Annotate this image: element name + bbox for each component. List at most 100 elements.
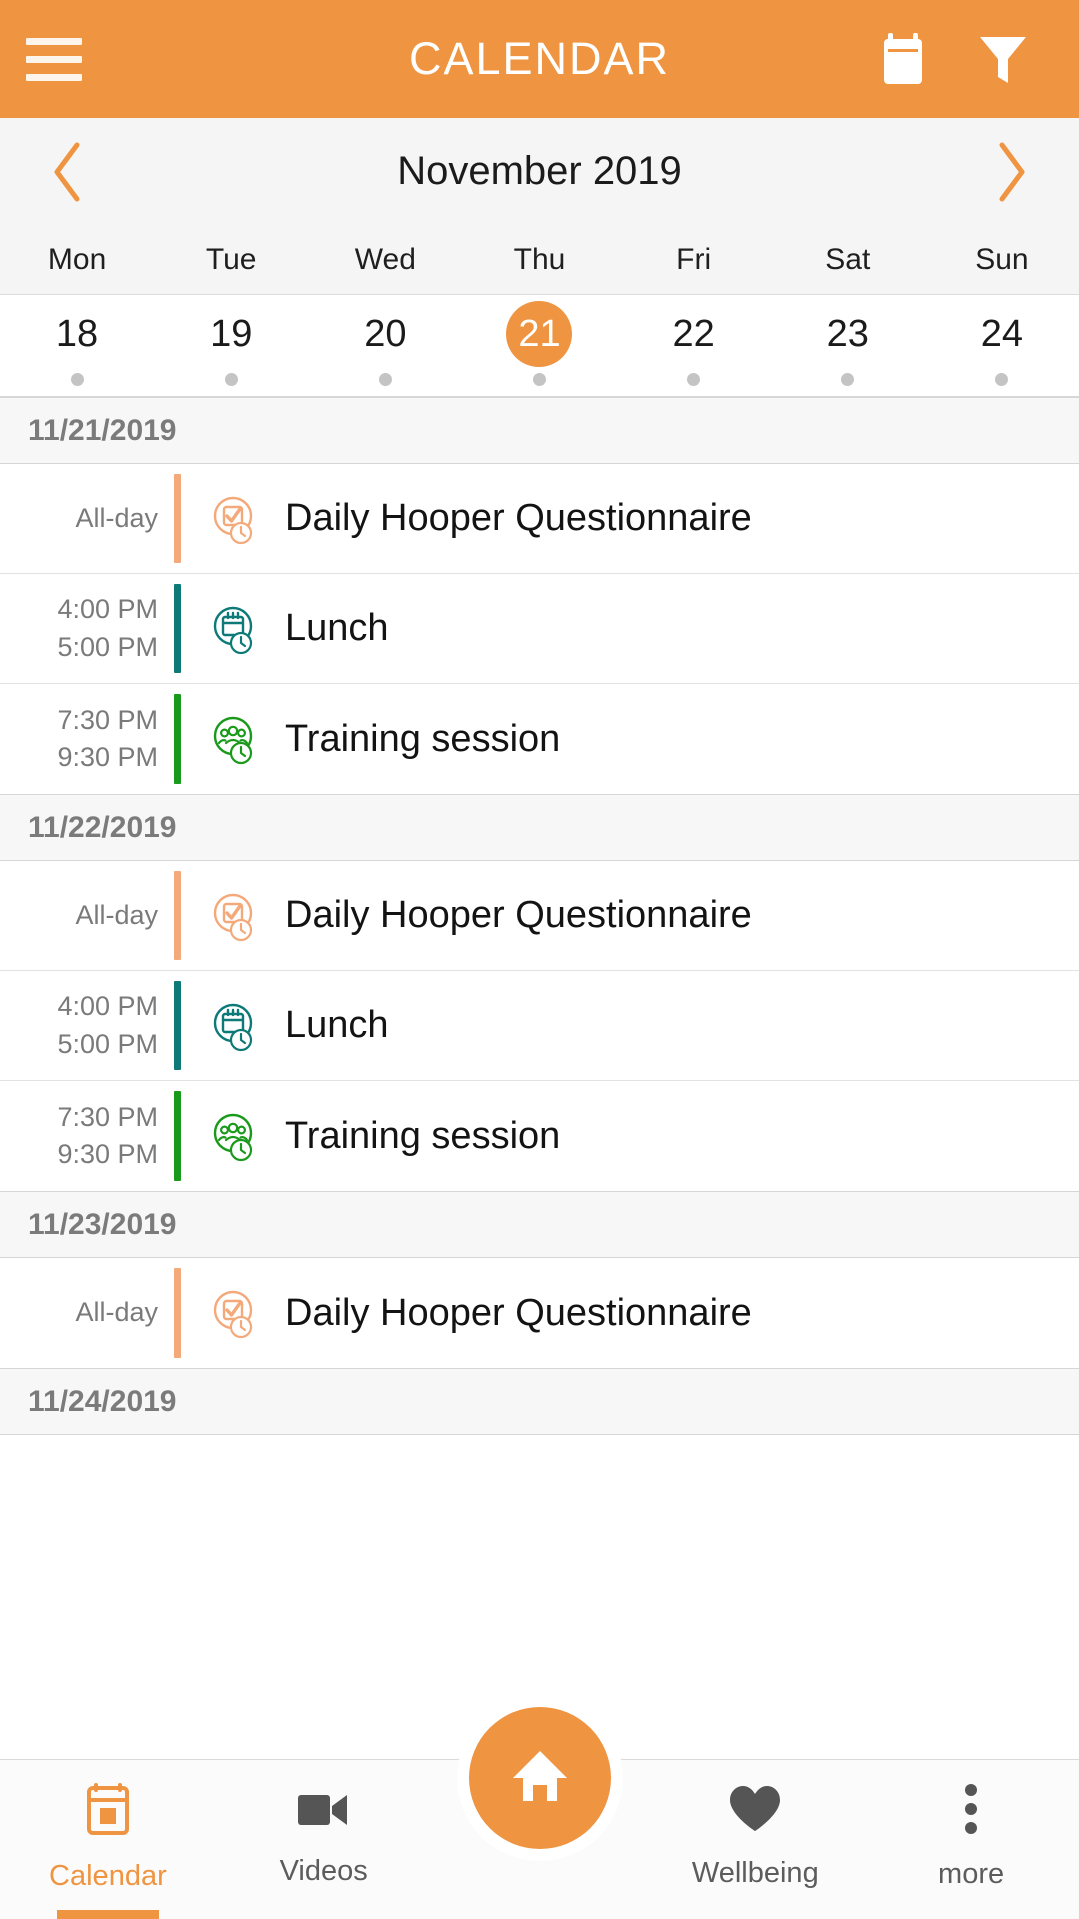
date-cell-21[interactable]: 21 [462, 295, 616, 396]
event-time: 4:00 PM 5:00 PM [0, 971, 174, 1080]
calendar-clock-icon [207, 601, 263, 657]
agenda-date-header: 11/23/2019 [0, 1191, 1079, 1258]
agenda-event-row[interactable]: 7:30 PM 9:30 PM Training session [0, 1081, 1079, 1191]
agenda-list[interactable]: 11/21/2019 All-day Daily Hooper Question… [0, 397, 1079, 1759]
event-title: Training session [285, 1114, 561, 1157]
group-clock-icon [207, 1108, 263, 1164]
home-button-wrapper [456, 1695, 623, 1861]
date-cell-20[interactable]: 20 [308, 295, 462, 396]
event-start-time: All-day [75, 1297, 158, 1328]
date-cell-18[interactable]: 18 [0, 295, 154, 396]
event-body: Daily Hooper Questionnaire [181, 464, 1079, 573]
weekday-label-mon: Mon [47, 242, 107, 276]
event-body: Daily Hooper Questionnaire [181, 861, 1079, 970]
agenda-event-row[interactable]: 7:30 PM 9:30 PM Training session [0, 684, 1079, 794]
home-icon [507, 1743, 573, 1814]
calendar-app-screen: CALENDAR November 2019 Mon Tue Wed Thu F… [0, 0, 1079, 1919]
tab-more[interactable]: more [863, 1760, 1079, 1919]
weekday-label-tue: Tue [205, 242, 257, 276]
weekday-label-fri: Fri [676, 242, 712, 276]
date-cell-23[interactable]: 23 [771, 295, 925, 396]
calendar-clock-icon [207, 998, 263, 1054]
chevron-left-icon[interactable] [38, 137, 96, 207]
event-title: Daily Hooper Questionnaire [285, 1291, 752, 1334]
event-indicator-dot [687, 373, 701, 386]
date-cell-19[interactable]: 19 [154, 295, 308, 396]
event-start-time: All-day [75, 899, 158, 930]
month-label: November 2019 [397, 149, 682, 193]
event-time: 4:00 PM 5:00 PM [0, 574, 174, 683]
tab-wellbeing[interactable]: Wellbeing [647, 1760, 863, 1919]
event-time: 7:30 PM 9:30 PM [0, 1081, 174, 1191]
event-color-bar [174, 1268, 181, 1358]
date-cell-24[interactable]: 24 [925, 295, 1079, 396]
calendar-icon[interactable] [875, 28, 931, 90]
agenda-event-row[interactable]: 4:00 PM 5:00 PM Lunch [0, 971, 1079, 1081]
event-body: Training session [181, 1081, 1079, 1191]
event-end-time: 9:30 PM [57, 742, 158, 772]
hamburger-menu-icon[interactable] [26, 37, 122, 81]
event-start-time: 4:00 PM [57, 991, 158, 1022]
event-color-bar [174, 981, 181, 1070]
event-title: Daily Hooper Questionnaire [285, 894, 752, 936]
group-clock-icon [207, 711, 263, 767]
active-tab-indicator [56, 1910, 159, 1919]
date-number: 21 [506, 301, 573, 367]
event-end-time: 9:30 PM [57, 1139, 158, 1169]
event-color-bar [174, 871, 181, 960]
tab-calendar[interactable]: Calendar [0, 1760, 216, 1919]
calendar-icon [83, 1781, 133, 1842]
more-dots-icon [962, 1783, 980, 1840]
date-number: 24 [980, 312, 1024, 355]
event-time: All-day [0, 464, 174, 573]
chevron-right-icon[interactable] [983, 137, 1041, 207]
event-time: 7:30 PM 9:30 PM [0, 684, 174, 794]
date-cell-22[interactable]: 22 [617, 295, 771, 396]
date-strip: 18 19 20 21 22 23 24 [0, 295, 1079, 397]
event-end-time: 5:00 PM [57, 631, 158, 662]
tab-label: more [938, 1857, 1005, 1890]
event-start-time: 4:00 PM [57, 594, 158, 625]
event-body: Lunch [181, 971, 1079, 1080]
agenda-event-row[interactable]: All-day Daily Hooper Questionnaire [0, 861, 1079, 971]
date-number: 19 [210, 312, 253, 355]
event-color-bar [174, 584, 181, 673]
event-start-time: All-day [75, 502, 158, 533]
agenda-event-row[interactable]: 4:00 PM 5:00 PM Lunch [0, 574, 1079, 684]
event-title: Daily Hooper Questionnaire [285, 497, 752, 539]
agenda-date-header: 11/24/2019 [0, 1368, 1079, 1435]
event-body: Lunch [181, 574, 1079, 683]
tab-label: Wellbeing [691, 1856, 819, 1889]
heart-icon [727, 1784, 783, 1839]
checklist-clock-icon [207, 491, 263, 547]
tab-label: Videos [279, 1854, 368, 1887]
date-number: 23 [826, 312, 869, 355]
weekday-label-thu: Thu [513, 242, 566, 276]
event-indicator-dot [378, 373, 392, 386]
event-color-bar [174, 694, 181, 784]
event-indicator-dot [532, 373, 546, 386]
weekday-label-sat: Sat [825, 242, 871, 276]
tab-label: Calendar [49, 1859, 167, 1892]
event-indicator-dot [224, 373, 238, 386]
event-indicator-dot [841, 373, 855, 386]
date-number: 20 [364, 312, 407, 355]
home-button[interactable] [468, 1707, 611, 1849]
weekday-label-wed: Wed [354, 242, 416, 276]
agenda-date-header: 11/22/2019 [0, 794, 1079, 861]
weekday-label-sun: Sun [975, 242, 1029, 276]
date-number: 18 [55, 312, 99, 355]
event-color-bar [174, 1091, 181, 1181]
agenda-event-row[interactable]: All-day Daily Hooper Questionnaire [0, 1258, 1079, 1368]
video-camera-icon [295, 1786, 353, 1837]
event-body: Daily Hooper Questionnaire [181, 1258, 1079, 1368]
checklist-clock-icon [207, 888, 263, 944]
tab-videos[interactable]: Videos [216, 1760, 432, 1919]
event-body: Training session [181, 684, 1079, 794]
agenda-event-row[interactable]: All-day Daily Hooper Questionnaire [0, 464, 1079, 574]
event-time: All-day [0, 861, 174, 970]
event-indicator-dot [70, 373, 84, 386]
event-title: Training session [285, 717, 561, 760]
filter-funnel-icon[interactable] [975, 28, 1031, 90]
event-start-time: 7:30 PM [57, 1101, 158, 1132]
